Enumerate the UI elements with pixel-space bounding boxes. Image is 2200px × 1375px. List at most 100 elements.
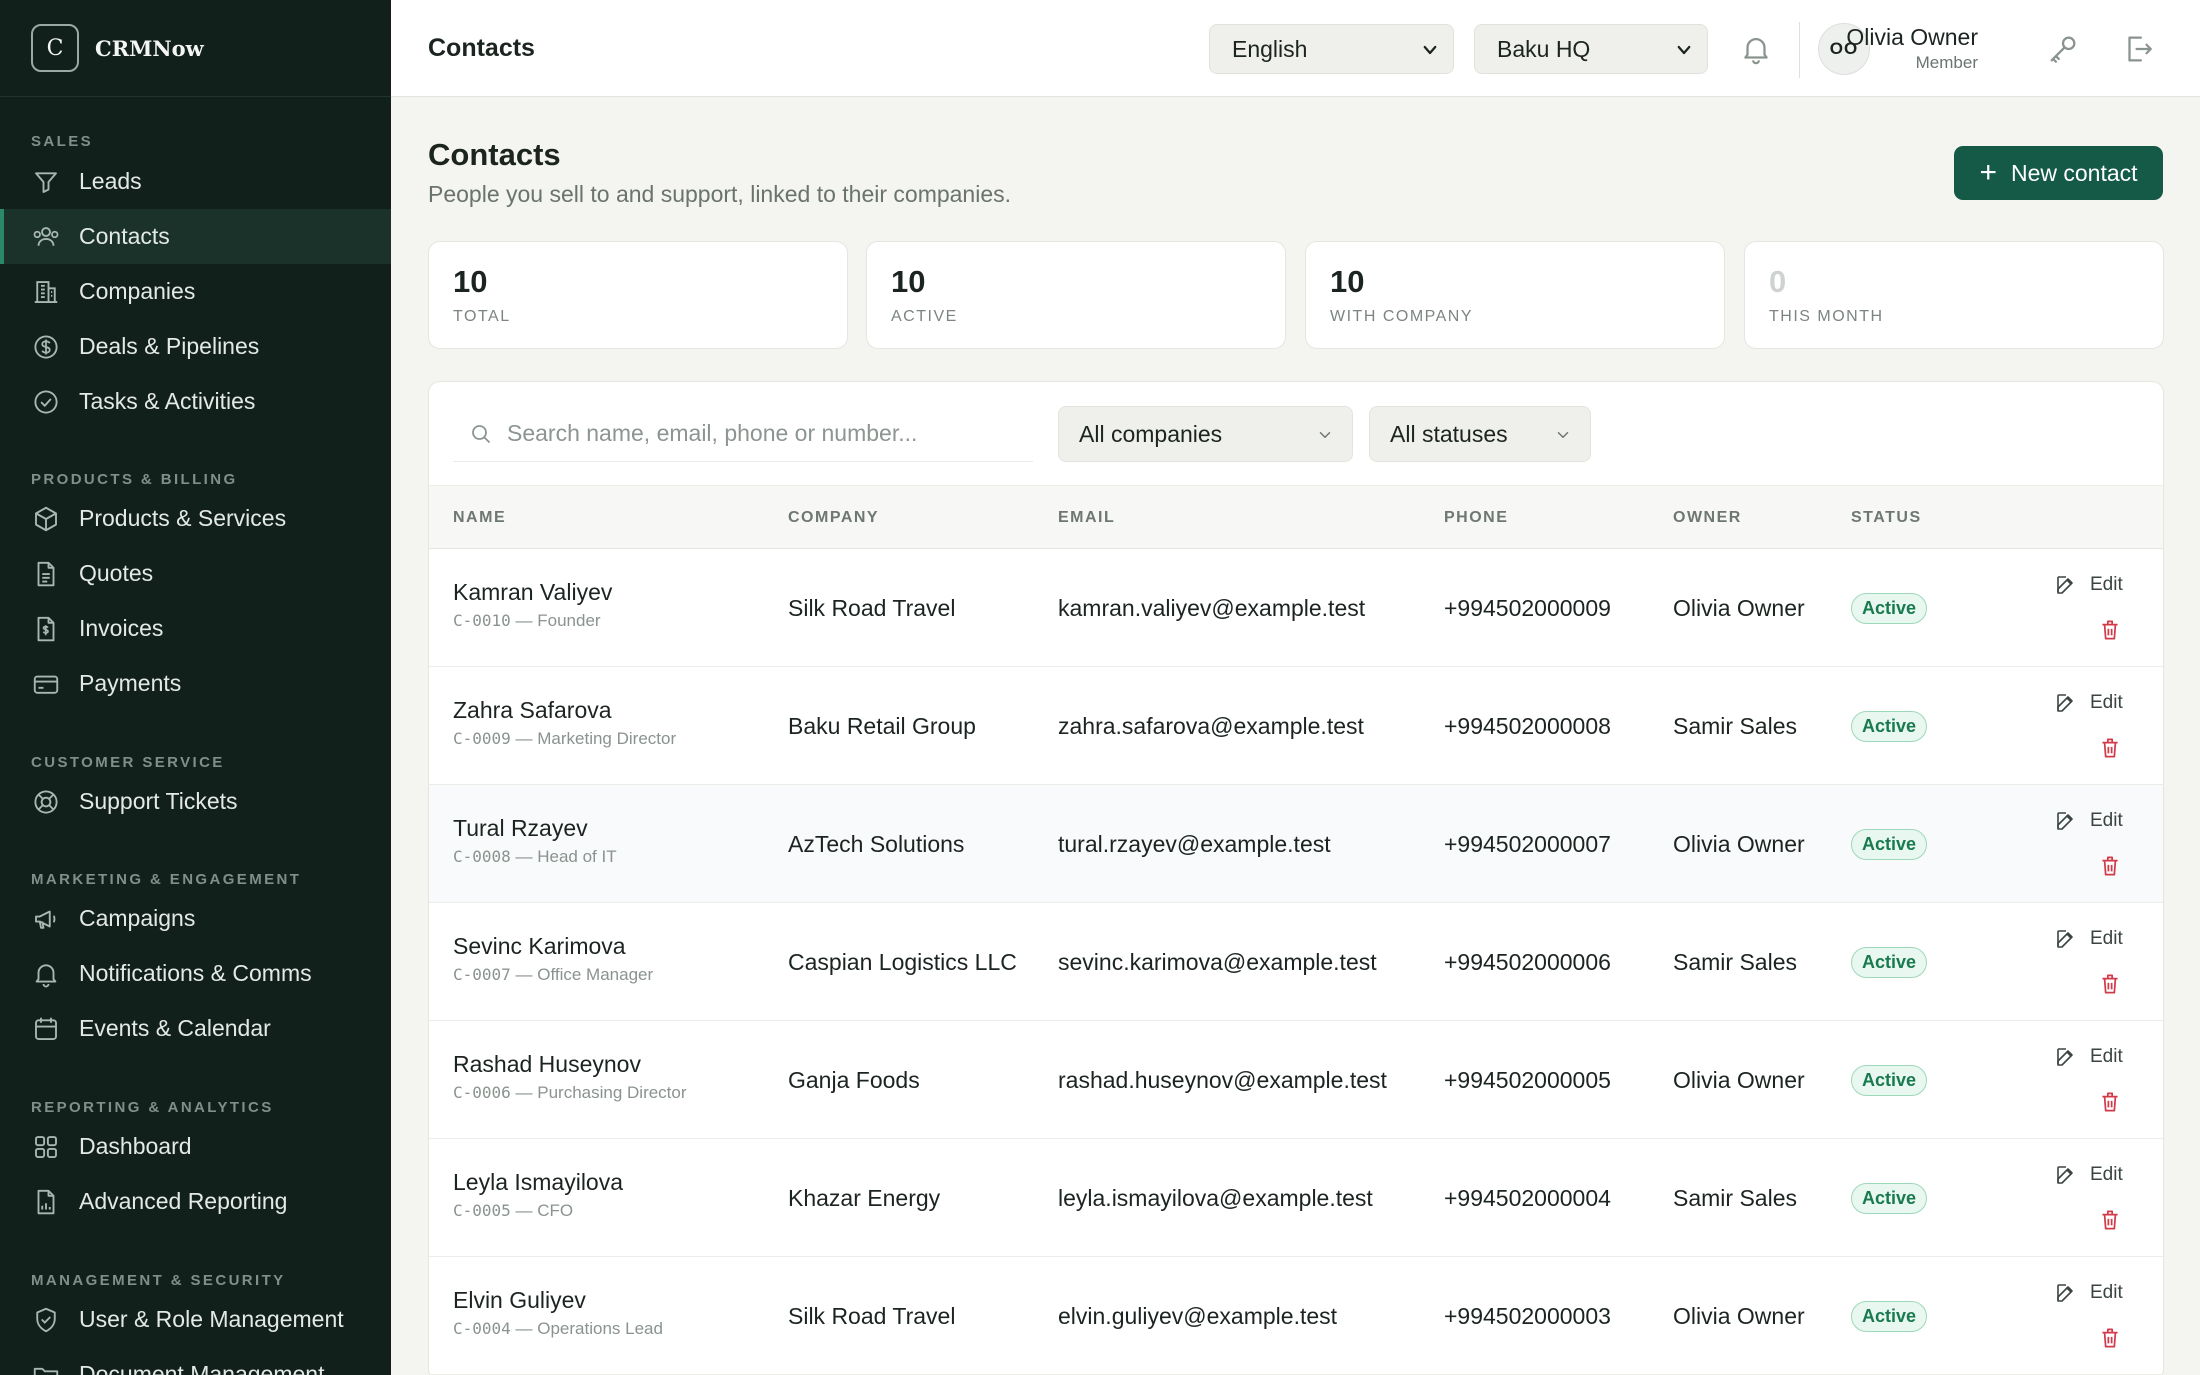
sidebar-item-contacts[interactable]: Contacts	[0, 209, 391, 264]
email-cell: rashad.huseynov@example.test	[1058, 1066, 1387, 1093]
sidebar-item-quotes[interactable]: Quotes	[0, 546, 391, 601]
status-filter[interactable]: All statuses	[1369, 406, 1591, 462]
edit-button[interactable]: Edit	[2054, 573, 2123, 597]
company-cell[interactable]: Silk Road Travel	[788, 549, 1018, 667]
sidebar-item-products-services[interactable]: Products & Services	[0, 491, 391, 546]
column-header-email[interactable]: EMAIL	[1058, 509, 1115, 527]
column-header-owner[interactable]: OWNER	[1673, 509, 1742, 527]
column-header-name[interactable]: NAME	[453, 509, 506, 527]
email-cell: tural.rzayev@example.test	[1058, 830, 1331, 857]
edit-button[interactable]: Edit	[2054, 1163, 2123, 1187]
edit-icon	[2057, 576, 2073, 594]
trash-icon[interactable]	[2097, 971, 2123, 997]
calendar-icon	[31, 1014, 61, 1044]
chevron-down-icon	[1319, 432, 1331, 438]
trash-icon[interactable]	[2097, 853, 2123, 879]
edit-icon	[2057, 1166, 2073, 1184]
company-cell[interactable]: AzTech Solutions	[788, 785, 1018, 903]
sidebar-item-dashboard[interactable]: Dashboard	[0, 1119, 391, 1174]
sidebar-item-payments[interactable]: Payments	[0, 656, 391, 711]
phone-cell: +994502000003	[1444, 1302, 1611, 1329]
company-cell[interactable]: Khazar Energy	[788, 1139, 1018, 1257]
edit-icon	[2057, 930, 2073, 948]
sidebar-item-tasks-activities[interactable]: Tasks & Activities	[0, 374, 391, 429]
sidebar-item-label: Quotes	[79, 560, 154, 586]
sidebar-item-deals-pipelines[interactable]: Deals & Pipelines	[0, 319, 391, 374]
branch-select[interactable]: Baku HQ	[1474, 24, 1708, 74]
table-row[interactable]: Zahra Safarova C-0009 — Marketing Directo…	[429, 667, 2163, 785]
company-cell[interactable]: Silk Road Travel	[788, 1257, 1018, 1375]
table-row[interactable]: Rashad Huseynov C-0006 — Purchasing Direc…	[429, 1021, 2163, 1139]
contact-name[interactable]: Kamran Valiyev	[453, 579, 612, 606]
contact-name[interactable]: Rashad Huseynov	[453, 1051, 641, 1078]
trash-icon[interactable]	[2097, 1089, 2123, 1115]
search-box[interactable]	[453, 406, 1033, 462]
edit-button[interactable]: Edit	[2054, 1281, 2123, 1305]
sidebar-section-title: REPORTING & ANALYTICS	[31, 1099, 274, 1116]
column-header-phone[interactable]: PHONE	[1444, 509, 1508, 527]
contact-code: C-0007	[453, 965, 511, 984]
key-icon[interactable]	[2046, 32, 2080, 66]
search-input[interactable]	[507, 420, 1027, 447]
contact-title: — Purchasing Director	[510, 1083, 687, 1102]
edit-button[interactable]: Edit	[2054, 927, 2123, 951]
status-badge: Active	[1851, 829, 1928, 860]
table-row[interactable]: Sevinc Karimova C-0007 — Office Manager Ca…	[429, 903, 2163, 1021]
sidebar-item-label: Products & Services	[79, 505, 287, 531]
trash-icon[interactable]	[2097, 1207, 2123, 1233]
trash-icon[interactable]	[2097, 1325, 2123, 1351]
contact-name[interactable]: Leyla Ismayilova	[453, 1169, 623, 1196]
edit-button[interactable]: Edit	[2054, 691, 2123, 715]
logout-icon[interactable]	[2121, 32, 2155, 66]
bell-icon[interactable]	[1739, 32, 1773, 66]
table-row[interactable]: Kamran Valiyev C-0010 — Founder Silk Road …	[429, 549, 2163, 667]
phone-cell: +994502000006	[1444, 948, 1611, 975]
contact-meta: C-0009 — Marketing Director	[453, 729, 676, 749]
sidebar-section-title: PRODUCTS & BILLING	[31, 471, 238, 488]
trash-icon[interactable]	[2097, 617, 2123, 643]
edit-button[interactable]: Edit	[2054, 1045, 2123, 1069]
new-contact-button[interactable]: + New contact	[1954, 146, 2163, 200]
email-cell: zahra.safarova@example.test	[1058, 712, 1364, 739]
owner-cell: Olivia Owner	[1673, 1302, 1805, 1329]
edit-icon	[2057, 1048, 2073, 1066]
sidebar-item-events-calendar[interactable]: Events & Calendar	[0, 1001, 391, 1056]
trash-icon[interactable]	[2097, 735, 2123, 761]
language-select[interactable]: English	[1209, 24, 1454, 74]
contact-name[interactable]: Sevinc Karimova	[453, 933, 626, 960]
company-cell[interactable]: Baku Retail Group	[788, 667, 1018, 785]
contact-name[interactable]: Zahra Safarova	[453, 697, 612, 724]
company-filter-value: All companies	[1079, 420, 1223, 447]
phone-cell: +994502000005	[1444, 1066, 1611, 1093]
sidebar-item-document-management[interactable]: Document Management	[0, 1347, 391, 1375]
contact-meta: C-0007 — Office Manager	[453, 965, 653, 985]
company-filter[interactable]: All companies	[1058, 406, 1353, 462]
status-badge: Active	[1851, 1065, 1928, 1096]
sidebar-item-user-role-management[interactable]: User & Role Management	[0, 1292, 391, 1347]
sidebar-item-leads[interactable]: Leads	[0, 154, 391, 209]
brand[interactable]: C CRMNow	[0, 0, 391, 97]
table-row[interactable]: Leyla Ismayilova C-0005 — CFO Khazar Energ…	[429, 1139, 2163, 1257]
sidebar-item-campaigns[interactable]: Campaigns	[0, 891, 391, 946]
column-header-status[interactable]: STATUS	[1851, 509, 1922, 527]
edit-icon	[2057, 694, 2073, 712]
company-cell[interactable]: Caspian Logistics LLC	[788, 903, 1018, 1021]
sidebar-item-advanced-reporting[interactable]: Advanced Reporting	[0, 1174, 391, 1229]
edit-button[interactable]: Edit	[2054, 809, 2123, 833]
table-row[interactable]: Tural Rzayev C-0008 — Head of IT AzTech So…	[429, 785, 2163, 903]
user-role: Member	[1915, 53, 1978, 72]
box-icon	[31, 504, 61, 534]
dollar-circle-icon	[31, 332, 61, 362]
status-badge: Active	[1851, 1183, 1928, 1214]
sidebar-item-support-tickets[interactable]: Support Tickets	[0, 774, 391, 829]
sidebar-item-notifications-comms[interactable]: Notifications & Comms	[0, 946, 391, 1001]
table-row[interactable]: Elvin Guliyev C-0004 — Operations Lead Sil…	[429, 1257, 2163, 1375]
contact-name[interactable]: Elvin Guliyev	[453, 1287, 586, 1314]
sidebar-item-companies[interactable]: Companies	[0, 264, 391, 319]
sidebar-item-invoices[interactable]: Invoices	[0, 601, 391, 656]
chevron-down-icon	[1677, 45, 1691, 55]
company-cell[interactable]: Ganja Foods	[788, 1021, 1018, 1139]
column-header-company[interactable]: COMPANY	[788, 509, 879, 527]
building-icon	[31, 277, 61, 307]
contact-name[interactable]: Tural Rzayev	[453, 815, 588, 842]
